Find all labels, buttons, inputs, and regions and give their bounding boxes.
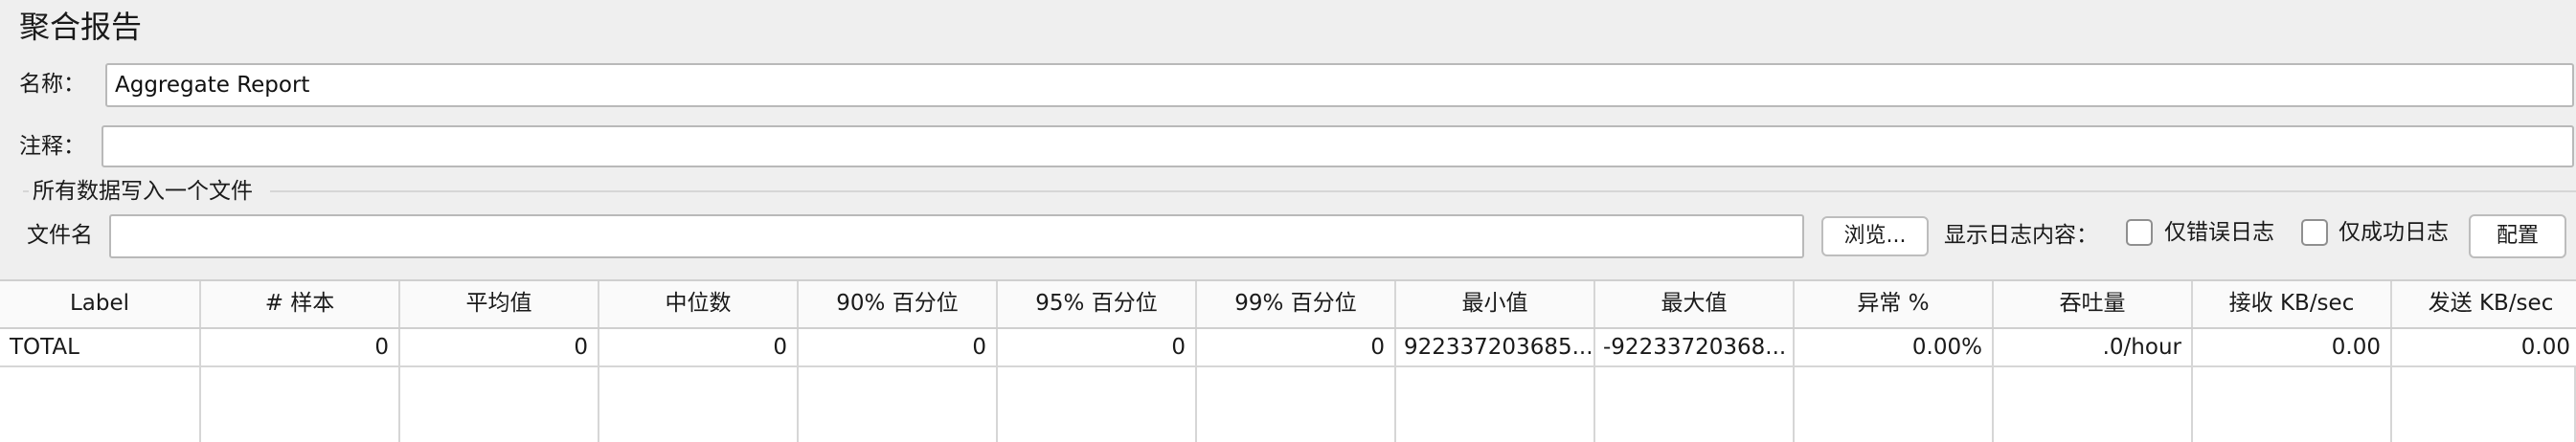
empty-column [1994,367,2193,442]
column-header-average[interactable]: 平均值 [400,281,599,327]
comments-label: 注释： [19,134,85,159]
filename-label: 文件名 [27,223,93,248]
empty-column [1396,367,1595,442]
configure-button[interactable]: 配置 [2469,214,2566,258]
file-group-border [23,190,29,192]
table-cell: 0.00% [1795,329,1994,365]
errors-only-label: 仅错误日志 [2164,220,2274,245]
errors-only-checkbox[interactable] [2126,219,2153,246]
column-header-error-percent[interactable]: 异常 % [1795,281,1994,327]
table-cell: 0 [1197,329,1396,365]
empty-column [799,367,998,442]
table-cell: 0.00 [2193,329,2392,365]
filename-field[interactable] [109,214,1804,258]
empty-column [2193,367,2392,442]
column-header-throughput[interactable]: 吞吐量 [1994,281,2193,327]
log-content-label: 显示日志内容： [1944,223,2098,248]
table-cell: TOTAL [0,329,201,365]
comments-field[interactable] [102,125,2574,167]
empty-column [2392,367,2576,442]
empty-column [0,367,201,442]
table-cell: 0 [599,329,799,365]
empty-column [201,367,400,442]
table-cell: 0 [400,329,599,365]
table-cell: 0.00 [2392,329,2576,365]
success-only-label: 仅成功日志 [2339,220,2449,245]
column-header-95-percentile[interactable]: 95% 百分位 [998,281,1197,327]
empty-column [1795,367,1994,442]
empty-column [998,367,1197,442]
table-cell: 922337203685... [1396,329,1595,365]
table-cell: -92233720368... [1595,329,1795,365]
table-cell: 0 [201,329,400,365]
empty-column [599,367,799,442]
browse-button[interactable]: 浏览... [1821,216,1929,256]
file-group-border-right [270,190,2576,192]
panel-title: 聚合报告 [19,9,143,45]
name-label: 名称： [19,72,85,97]
column-header-received-kb[interactable]: 接收 KB/sec [2193,281,2392,327]
results-table: Label # 样本 平均值 中位数 90% 百分位 95% 百分位 99% 百… [0,279,2576,442]
table-header: Label # 样本 平均值 中位数 90% 百分位 95% 百分位 99% 百… [0,279,2576,329]
success-only-checkbox[interactable] [2301,219,2328,246]
column-header-99-percentile[interactable]: 99% 百分位 [1197,281,1396,327]
name-field[interactable] [105,63,2574,107]
column-header-median[interactable]: 中位数 [599,281,799,327]
table-cell: .0/hour [1994,329,2193,365]
column-header-min[interactable]: 最小值 [1396,281,1595,327]
empty-column [400,367,599,442]
table-cell: 0 [799,329,998,365]
column-header-sent-kb[interactable]: 发送 KB/sec [2392,281,2576,327]
table-row[interactable]: TOTAL 0 0 0 0 0 0 922337203685... -92233… [0,329,2576,367]
empty-column [1197,367,1396,442]
column-header-max[interactable]: 最大值 [1595,281,1795,327]
column-header-label[interactable]: Label [0,281,201,327]
empty-column [1595,367,1795,442]
table-cell: 0 [998,329,1197,365]
column-header-samples[interactable]: # 样本 [201,281,400,327]
file-group-title: 所有数据写入一个文件 [33,179,253,204]
column-header-90-percentile[interactable]: 90% 百分位 [799,281,998,327]
table-empty-area [0,367,2576,442]
